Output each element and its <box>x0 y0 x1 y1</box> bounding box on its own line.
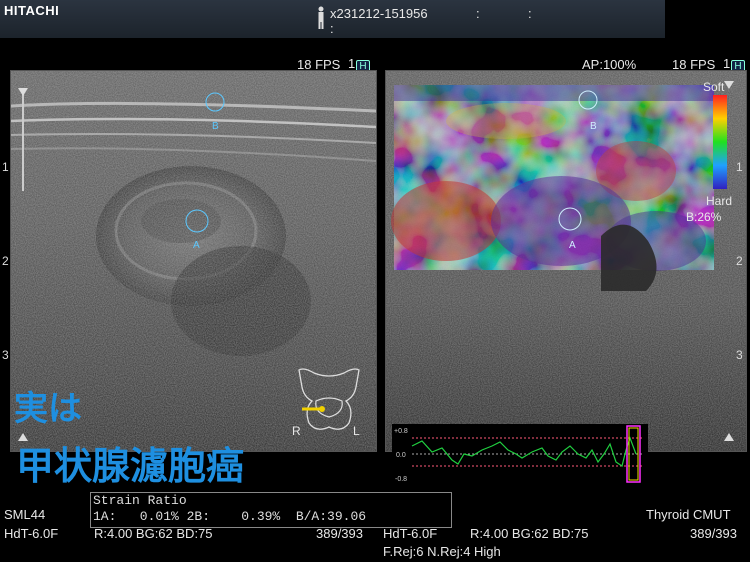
strain-ratio-values: 1A: 0.01% 2B: 0.39% B/A:39.06 <box>93 509 367 524</box>
annotation-line-1: 実は <box>14 389 82 429</box>
scale-soft-label: Soft <box>703 80 725 94</box>
header-colon-1: : <box>476 6 480 21</box>
elastography-image: B A <box>385 70 747 452</box>
preset-name: Thyroid CMUT <box>646 507 731 522</box>
patient-id: x231212-151956 <box>330 6 428 21</box>
right-params: R:4.00 BG:62 BD:75 <box>470 526 589 541</box>
roi-a-label: A <box>193 240 200 251</box>
right-depth-1: 1 <box>736 160 743 174</box>
strain-label-bottom: -0.8 <box>395 476 407 483</box>
left-mode: HdT-6.0F <box>4 526 59 541</box>
scale-b-ratio: B:26% <box>686 210 722 224</box>
roi-b-label: B <box>212 121 219 132</box>
right-depth-2: 2 <box>736 254 743 268</box>
probe-name: SML44 <box>4 507 46 522</box>
strain-curve <box>411 436 637 467</box>
right-mode: HdT-6.0F <box>383 526 438 541</box>
left-frame-index: 1 <box>348 56 356 71</box>
header-colon-3: : <box>330 21 334 36</box>
strain-label-top: +0.8 <box>394 428 408 435</box>
left-depth-3: 3 <box>2 348 9 362</box>
left-params: R:4.00 BG:62 BD:75 <box>94 526 213 541</box>
brand-logo: HITACHI <box>4 3 60 18</box>
right-depth-3: 3 <box>736 348 743 362</box>
elasticity-color-scale <box>713 95 727 189</box>
annotation-line-2: 甲状腺濾胞癌 <box>16 444 245 488</box>
roi-a-label-right: A <box>569 240 576 251</box>
strain-ratio-box: Strain Ratio 1A: 0.01% 2B: 0.39% B/A:39.… <box>90 492 452 528</box>
patient-icon <box>318 6 324 29</box>
orientation-r: R <box>292 424 301 438</box>
left-frames: 389/393 <box>316 526 363 541</box>
orientation-l: L <box>353 424 360 438</box>
roi-b-label-right: B <box>590 121 597 132</box>
scale-hard-label: Hard <box>706 194 733 208</box>
rejection-settings: F.Rej:6 N.Rej:4 High <box>383 544 501 559</box>
header-colon-2: : <box>528 6 532 21</box>
right-frame-index: 1 <box>723 56 731 71</box>
right-frames: 389/393 <box>690 526 737 541</box>
strain-graph: +0.8 0.0 -0.8 <box>392 424 648 484</box>
strain-label-mid: 0.0 <box>396 452 406 459</box>
left-depth-2: 2 <box>2 254 9 268</box>
left-depth-1: 1 <box>2 160 9 174</box>
elastography-texture: B A <box>386 71 746 451</box>
strain-ratio-title: Strain Ratio <box>93 493 187 508</box>
